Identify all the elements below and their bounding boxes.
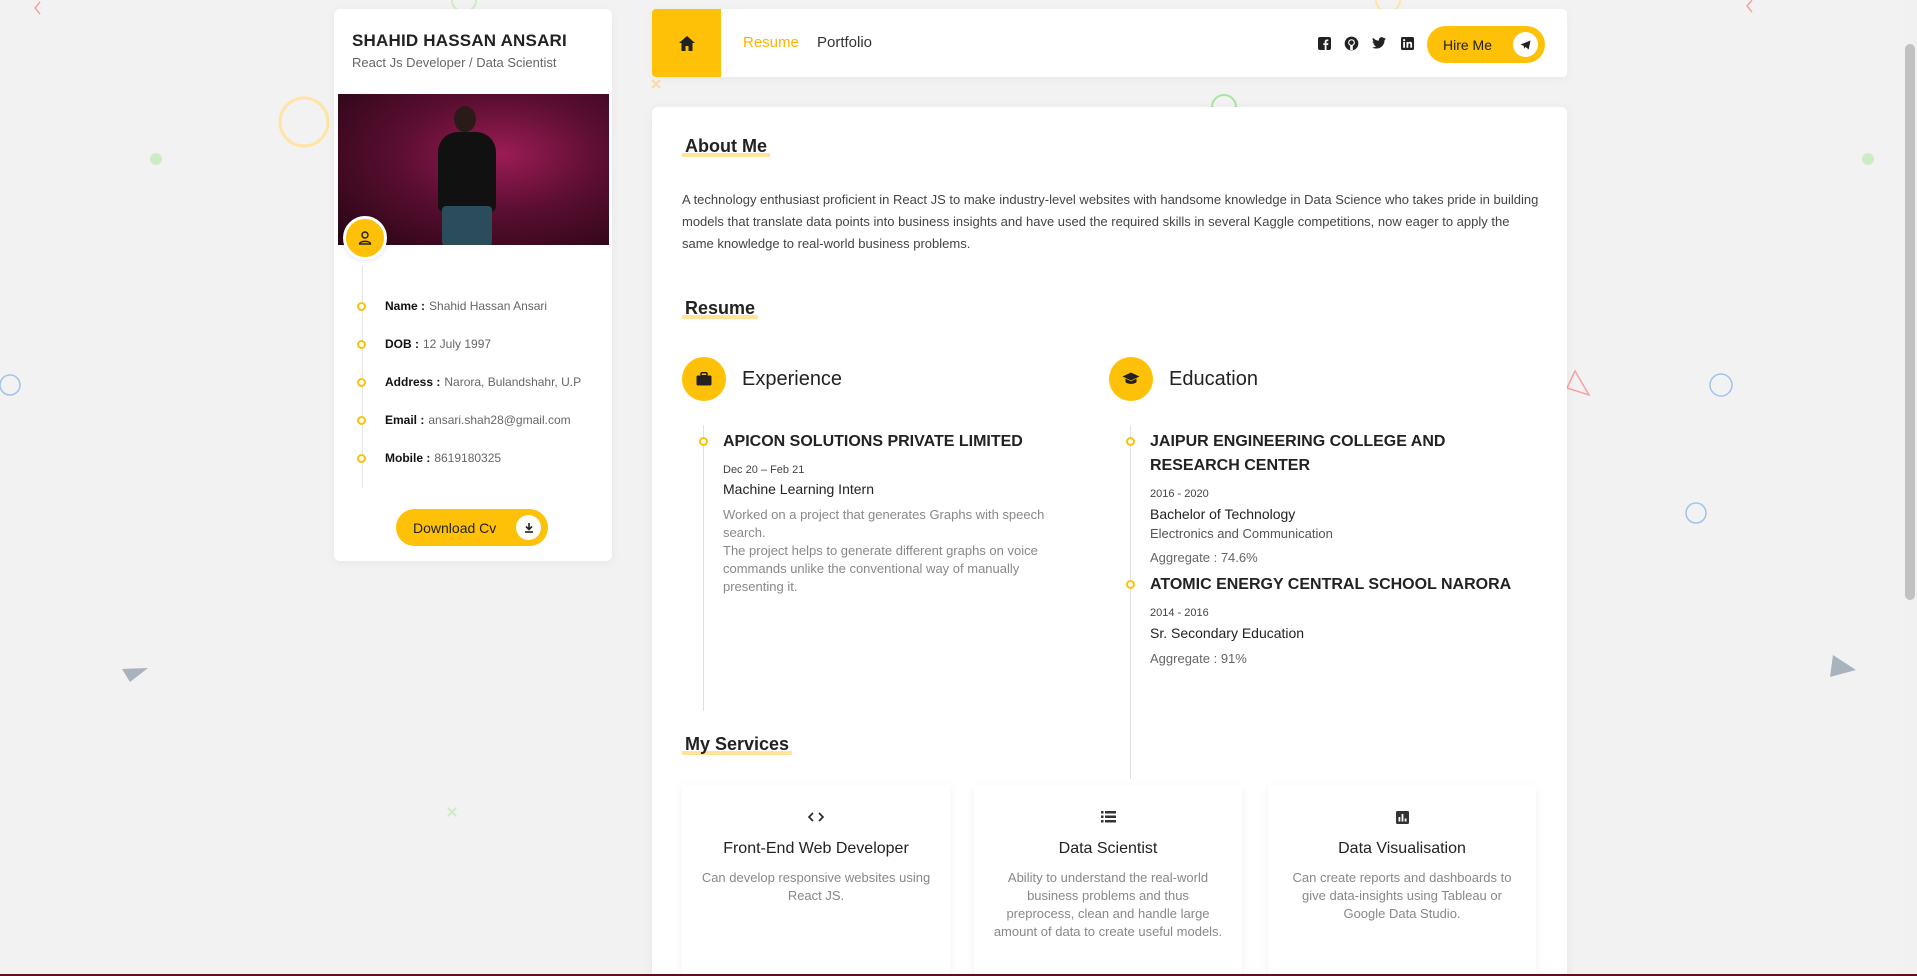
nav-portfolio-link[interactable]: Portfolio: [817, 34, 872, 51]
info-dob: DOB :12 July 1997: [356, 337, 581, 375]
experience-position: Machine Learning Intern: [723, 481, 874, 497]
experience-company: APICON SOLUTIONS PRIVATE LIMITED: [723, 433, 1023, 450]
education-timeline-line: [1130, 425, 1131, 779]
profile-card: SHAHID HASSAN ANSARI React Js Developer …: [334, 9, 612, 561]
hire-me-label: Hire Me: [1443, 36, 1493, 53]
info-name: Name : Shahid Hassan Ansari: [356, 299, 581, 337]
facebook-icon[interactable]: [1316, 35, 1332, 51]
download-cv-button[interactable]: Download Cv: [396, 509, 548, 546]
main-panel: About Me A technology enthusiast profici…: [652, 107, 1567, 976]
service-title: Front-End Web Developer: [723, 840, 909, 857]
bar-chart-icon: [1268, 811, 1536, 824]
experience-desc-1: Worked on a project that generates Graph…: [723, 507, 1045, 540]
education-date-1: 2016 - 2020: [1150, 488, 1209, 500]
profile-role: React Js Developer / Data Scientist: [352, 55, 557, 70]
timeline-dot: [699, 437, 708, 446]
list-icon: [974, 811, 1242, 823]
service-card-frontend: Front-End Web Developer Can develop resp…: [682, 785, 950, 976]
graduation-cap-icon: [1109, 357, 1153, 401]
education-degree-2: Sr. Secondary Education: [1150, 625, 1305, 641]
download-cv-label: Download Cv: [413, 519, 497, 536]
services-title: My Services: [682, 734, 793, 755]
service-desc: Can develop responsive websites using Re…: [701, 870, 931, 903]
profile-name: SHAHID HASSAN ANSARI: [352, 31, 567, 50]
scrollbar-track[interactable]: [1903, 0, 1917, 976]
education-heading: Education: [1169, 367, 1258, 390]
experience-timeline-line: [703, 425, 704, 711]
top-navbar: Resume Portfolio Hire Me: [652, 9, 1567, 77]
education-school-2: ATOMIC ENERGY CENTRAL SCHOOL NARORA: [1150, 576, 1512, 593]
education-school-1: JAIPUR ENGINEERING COLLEGE AND RESEARCH …: [1150, 433, 1446, 474]
home-button[interactable]: [652, 9, 721, 77]
education-branch-1: Electronics and Communication: [1150, 526, 1333, 541]
resume-title: Resume: [682, 298, 759, 319]
experience-date: Dec 20 – Feb 21: [723, 464, 805, 476]
info-mobile: Mobile :8619180325: [356, 451, 581, 489]
briefcase-icon: [682, 357, 726, 401]
about-text: A technology enthusiast proficient in Re…: [682, 192, 1539, 251]
home-icon: [678, 35, 695, 51]
info-list: Name : Shahid Hassan Ansari DOB :12 July …: [356, 299, 581, 489]
service-desc: Can create reports and dashboards to giv…: [1292, 870, 1512, 921]
scrollbar-thumb[interactable]: [1905, 44, 1915, 600]
about-title: About Me: [682, 136, 770, 157]
service-card-data-visualisation: Data Visualisation Can create reports an…: [1268, 785, 1536, 976]
education-aggregate-2: Aggregate : 91%: [1150, 651, 1247, 666]
nav-resume-link[interactable]: Resume: [743, 34, 799, 51]
github-icon[interactable]: [1343, 35, 1359, 51]
code-icon: [682, 811, 950, 823]
hire-me-button[interactable]: Hire Me: [1427, 26, 1545, 63]
education-degree-1: Bachelor of Technology: [1150, 506, 1296, 522]
user-icon: [343, 216, 387, 260]
service-desc: Ability to understand the real-world bus…: [993, 870, 1223, 939]
timeline-dot: [1126, 580, 1135, 589]
service-title: Data Visualisation: [1338, 840, 1466, 857]
education-header: Education: [1109, 357, 1258, 401]
timeline-dot: [1126, 437, 1135, 446]
service-card-data-scientist: Data Scientist Ability to understand the…: [974, 785, 1242, 976]
experience-desc-2: The project helps to generate different …: [723, 543, 1038, 594]
download-icon: [516, 515, 541, 540]
experience-heading: Experience: [742, 367, 843, 390]
send-icon: [1513, 32, 1538, 57]
info-email: Email : ansari.shah28@gmail.com: [356, 413, 581, 451]
service-title: Data Scientist: [1058, 840, 1158, 857]
twitter-icon[interactable]: [1371, 35, 1387, 51]
experience-header: Experience: [682, 357, 842, 401]
education-aggregate-1: Aggregate : 74.6%: [1150, 550, 1258, 565]
education-date-2: 2014 - 2016: [1150, 607, 1209, 619]
info-address: Address : Narora, Bulandshahr, U.P: [356, 375, 581, 413]
linkedin-icon[interactable]: [1399, 35, 1415, 51]
